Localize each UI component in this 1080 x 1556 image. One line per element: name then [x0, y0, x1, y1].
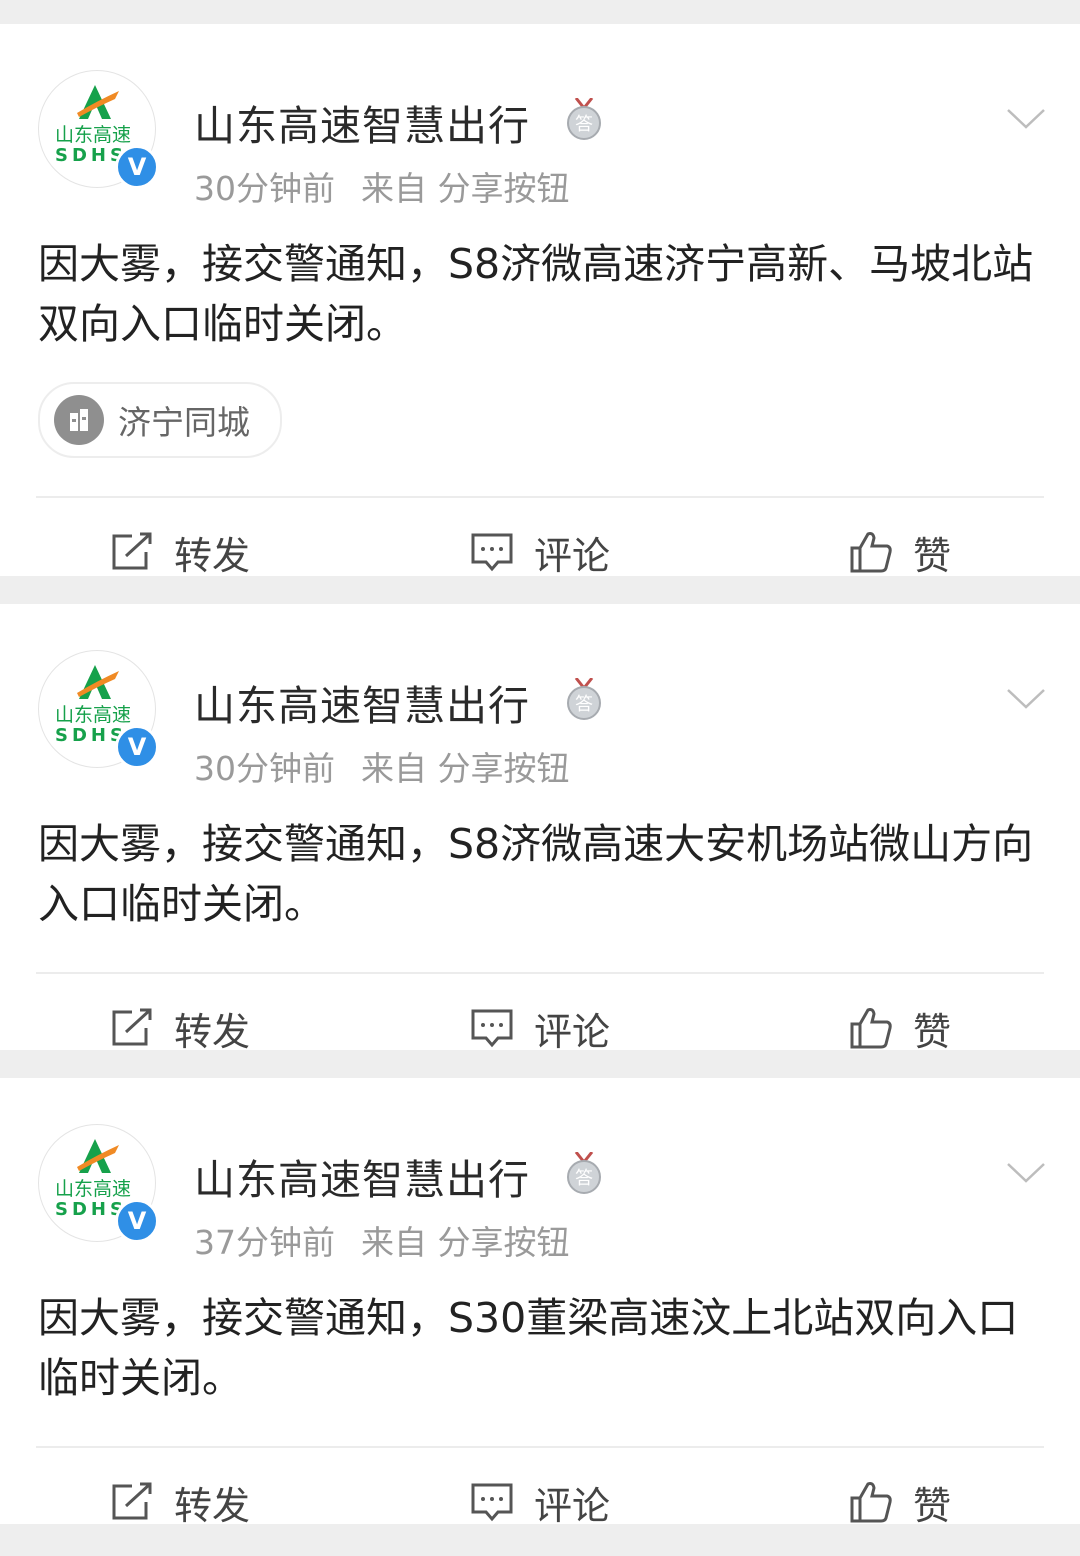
verified-icon: V [115, 1199, 159, 1243]
repost-button[interactable]: 转发 [0, 525, 360, 580]
repost-button[interactable]: 转发 [0, 1475, 360, 1530]
post-text: 因大雾，接交警通知，S8济微高速大安机场站微山方向入口临时关闭。 [38, 820, 1034, 928]
comment-icon [471, 1483, 513, 1522]
comment-button[interactable]: 评论 [360, 1475, 720, 1530]
repost-icon [112, 532, 152, 570]
comment-button[interactable]: 评论 [360, 525, 720, 580]
logo-text-cn: 山东高速 [55, 1178, 131, 1200]
medal-icon: 答 [567, 1152, 601, 1194]
chevron-down-icon[interactable] [1006, 108, 1046, 130]
like-button[interactable]: 赞 [720, 525, 1080, 580]
like-label: 赞 [912, 533, 951, 578]
post-meta: 37分钟前 来自 分享按钮 [194, 1216, 570, 1264]
account-name[interactable]: 山东高速智慧出行 [194, 672, 530, 732]
location-tag[interactable]: 济宁同城 [38, 382, 282, 458]
avatar[interactable]: 山东高速 SDHS V [38, 1124, 159, 1243]
comment-label: 评论 [533, 1009, 610, 1054]
like-button[interactable]: 赞 [720, 1475, 1080, 1530]
medal-icon: 答 [567, 98, 601, 140]
account-name[interactable]: 山东高速智慧出行 [194, 1146, 530, 1206]
post-meta: 30分钟前 来自 分享按钮 [194, 162, 570, 210]
account-name[interactable]: 山东高速智慧出行 [194, 92, 530, 152]
repost-label: 转发 [173, 533, 250, 578]
comment-icon [471, 1009, 513, 1048]
post-meta: 30分钟前 来自 分享按钮 [194, 742, 570, 790]
action-bar: 转发 评论 赞 [0, 498, 1080, 606]
post-card: 山东高速 SDHS V 山东高速智慧出行 答 37分钟前 来自 分享按钮 因大雾，… [0, 1078, 1080, 1528]
post-time: 30分钟前 [194, 169, 335, 208]
avatar[interactable]: 山东高速 SDHS V [38, 650, 159, 769]
location-icon [54, 395, 104, 445]
post-text: 因大雾，接交警通知，S8济微高速济宁高新、马坡北站双向入口临时关闭。 [38, 240, 1034, 348]
repost-icon [112, 1008, 152, 1046]
post-time: 30分钟前 [194, 749, 335, 788]
post-time: 37分钟前 [194, 1223, 335, 1262]
repost-button[interactable]: 转发 [0, 1001, 360, 1056]
medal-char: 答 [575, 1168, 593, 1189]
comment-button[interactable]: 评论 [360, 1001, 720, 1056]
post-card: 山东高速 SDHS V 山东高速智慧出行 答 30分钟前 来自 分享按钮 因大雾，… [0, 24, 1080, 578]
post-source[interactable]: 来自 分享按钮 [361, 1223, 570, 1262]
chevron-down-icon[interactable] [1006, 688, 1046, 710]
like-icon [850, 1008, 892, 1049]
action-bar: 转发 评论 赞 [0, 1448, 1080, 1556]
avatar[interactable]: 山东高速 SDHS V [38, 70, 159, 189]
repost-label: 转发 [173, 1483, 250, 1528]
logo-text-cn: 山东高速 [55, 704, 131, 726]
like-label: 赞 [912, 1483, 951, 1528]
chevron-down-icon[interactable] [1006, 1162, 1046, 1184]
repost-label: 转发 [173, 1009, 250, 1054]
post-source[interactable]: 来自 分享按钮 [361, 169, 570, 208]
medal-char: 答 [575, 114, 593, 135]
verified-icon: V [115, 725, 159, 769]
post-card: 山东高速 SDHS V 山东高速智慧出行 答 30分钟前 来自 分享按钮 因大雾，… [0, 604, 1080, 1054]
verified-icon: V [115, 145, 159, 189]
post-text: 因大雾，接交警通知，S30董梁高速汶上北站双向入口临时关闭。 [38, 1294, 1019, 1402]
medal-char: 答 [575, 694, 593, 715]
like-button[interactable]: 赞 [720, 1001, 1080, 1056]
action-bar: 转发 评论 赞 [0, 974, 1080, 1082]
like-icon [850, 1482, 892, 1523]
comment-icon [471, 533, 513, 572]
location-tag-label: 济宁同城 [118, 403, 250, 442]
medal-icon: 答 [567, 678, 601, 720]
comment-label: 评论 [533, 1483, 610, 1528]
logo-text-cn: 山东高速 [55, 124, 131, 146]
post-source[interactable]: 来自 分享按钮 [361, 749, 570, 788]
like-icon [850, 532, 892, 573]
like-label: 赞 [912, 1009, 951, 1054]
repost-icon [112, 1482, 152, 1520]
comment-label: 评论 [533, 533, 610, 578]
